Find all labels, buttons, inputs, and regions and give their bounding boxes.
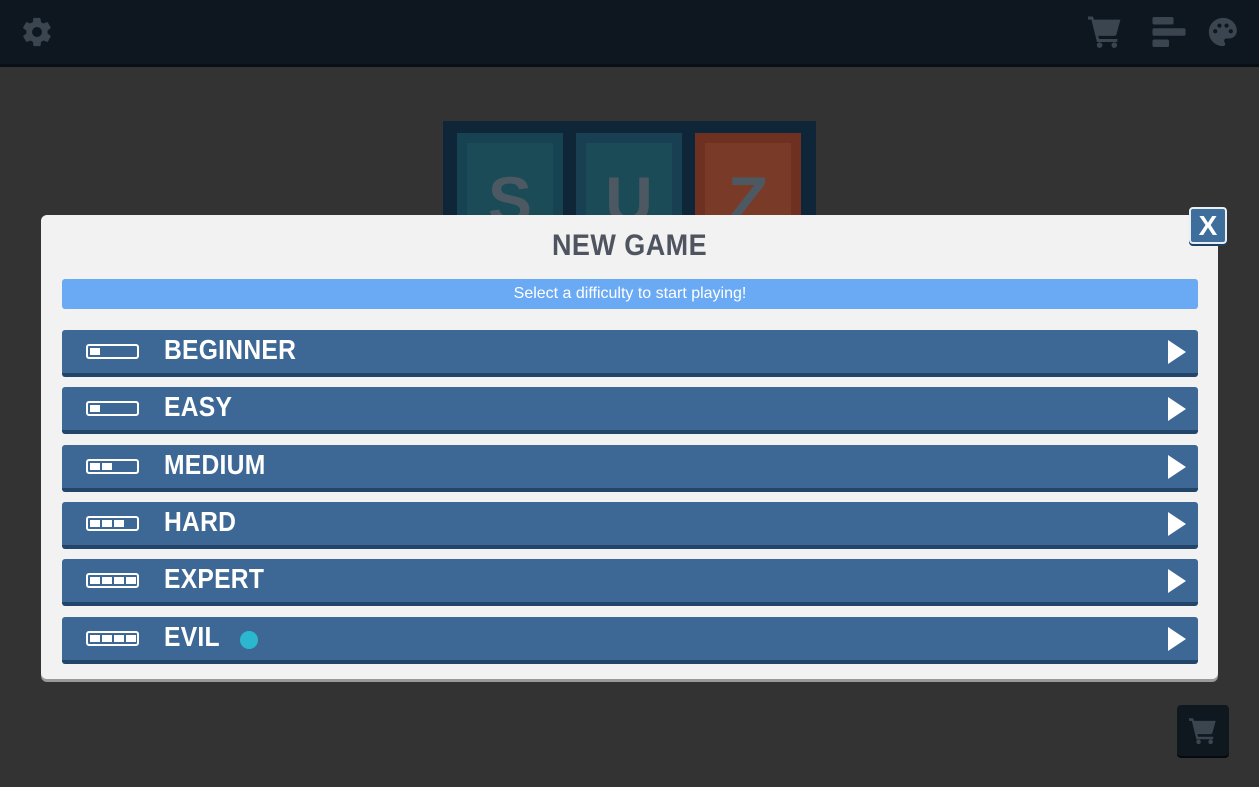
play-arrow-icon: [1168, 397, 1186, 421]
theme-button[interactable]: [1203, 12, 1243, 52]
indicator-dot-icon: [240, 631, 258, 649]
difficulty-meter-icon: [86, 631, 139, 646]
play-arrow-icon: [1168, 569, 1186, 593]
play-arrow-icon: [1168, 455, 1186, 479]
difficulty-meter-icon: [86, 344, 139, 359]
difficulty-label: EXPERT: [164, 563, 265, 594]
dialog-title: NEW GAME: [551, 229, 708, 262]
close-button[interactable]: X: [1189, 207, 1227, 244]
cart-icon: [1189, 717, 1216, 744]
palette-icon: [1208, 17, 1237, 47]
difficulty-meter-icon: [86, 573, 139, 588]
difficulty-evil-button[interactable]: EVIL: [62, 617, 1198, 664]
logo-tile: U: [576, 133, 682, 221]
play-arrow-icon: [1168, 340, 1186, 364]
difficulty-meter-icon: [86, 516, 139, 531]
cart-icon: [1088, 16, 1121, 48]
shop-button[interactable]: [1085, 12, 1125, 52]
leaderboard-button[interactable]: [1149, 12, 1189, 52]
shop-floating-button[interactable]: [1177, 705, 1229, 756]
difficulty-beginner-button[interactable]: BEGINNER: [62, 330, 1198, 377]
top-bar: [0, 0, 1259, 67]
difficulty-hard-button[interactable]: HARD: [62, 502, 1198, 549]
difficulty-medium-button[interactable]: MEDIUM: [62, 445, 1198, 492]
instruction-banner: Select a difficulty to start playing!: [62, 279, 1198, 309]
gear-icon: [23, 17, 51, 47]
difficulty-label: EASY: [164, 391, 233, 422]
difficulty-label: MEDIUM: [164, 449, 266, 480]
difficulty-label: HARD: [164, 506, 237, 537]
logo-tile: S: [457, 133, 563, 221]
difficulty-meter-icon: [86, 401, 139, 416]
game-logo: S U Z: [443, 121, 816, 221]
difficulty-label: EVIL: [164, 621, 220, 652]
leaderboard-icon: [1152, 17, 1186, 47]
play-arrow-icon: [1168, 512, 1186, 536]
play-arrow-icon: [1168, 627, 1186, 651]
difficulty-easy-button[interactable]: EASY: [62, 387, 1198, 434]
logo-tile: Z: [695, 133, 801, 221]
difficulty-expert-button[interactable]: EXPERT: [62, 559, 1198, 606]
difficulty-label: BEGINNER: [164, 334, 297, 365]
difficulty-meter-icon: [86, 459, 139, 474]
settings-button[interactable]: [17, 12, 57, 52]
